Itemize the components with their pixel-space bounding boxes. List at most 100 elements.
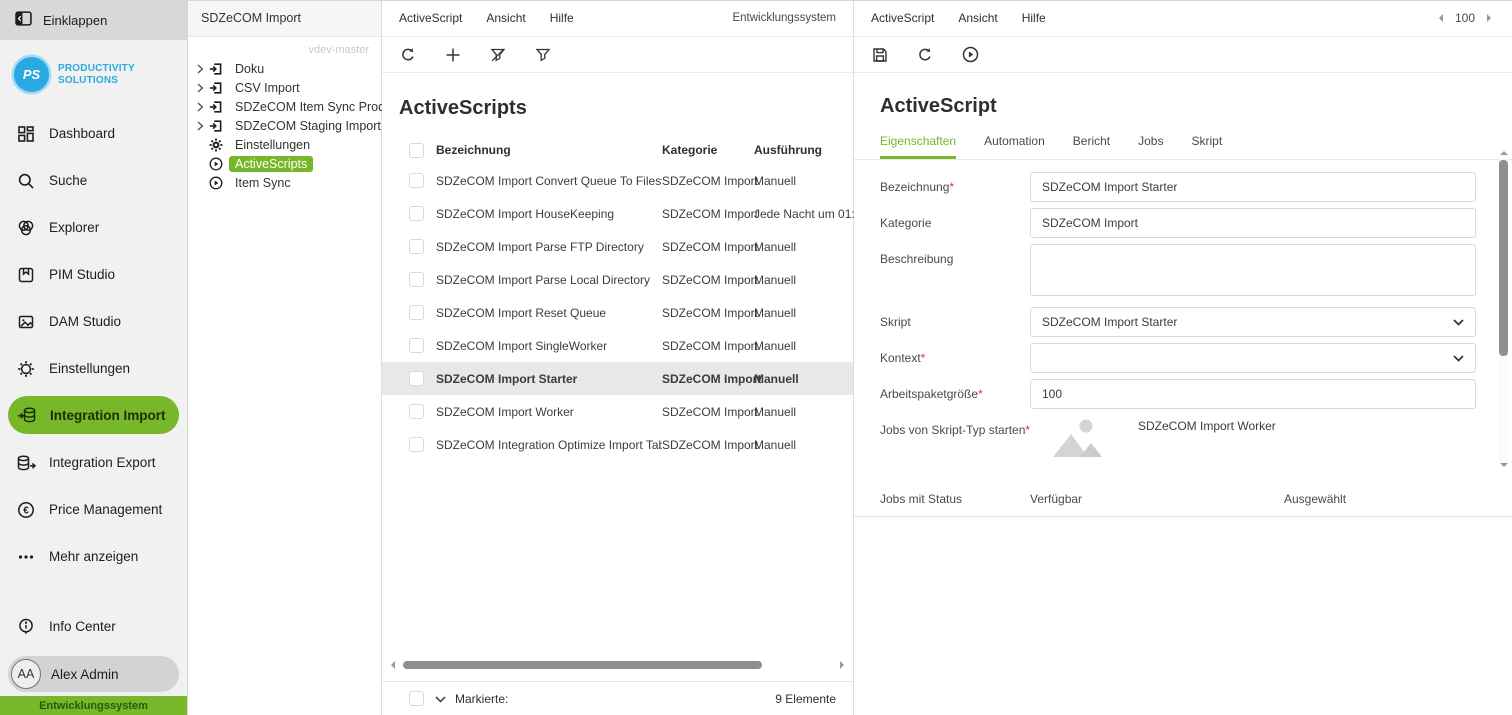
field-label: Beschreibung — [880, 252, 953, 266]
table-row[interactable]: SDZeCOM Import Parse FTP Directory SDZeC… — [382, 230, 853, 263]
sidebar-item-explorer[interactable]: Explorer — [0, 204, 187, 251]
horizontal-scrollbar[interactable] — [382, 656, 853, 674]
tab-automation[interactable]: Automation — [984, 130, 1045, 159]
table-row[interactable]: SDZeCOM Import SingleWorker SDZeCOM Impo… — [382, 329, 853, 362]
table-row[interactable]: SDZeCOM Import Worker SDZeCOM Import Man… — [382, 395, 853, 428]
sidebar-item-mehr-anzeigen[interactable]: Mehr anzeigen — [0, 533, 187, 580]
column-header-kategorie[interactable]: Kategorie — [662, 143, 754, 157]
run-button[interactable] — [961, 46, 979, 64]
dashboard-icon — [16, 125, 36, 143]
table-row[interactable]: SDZeCOM Import Parse Local Directory SDZ… — [382, 263, 853, 296]
activescript-detail-panel: ActiveScript Ansicht Hilfe 100 ActiveScr… — [854, 0, 1512, 715]
skript-dropdown[interactable]: SDZeCOM Import Starter — [1030, 307, 1476, 337]
tree-item-activescripts[interactable]: ActiveScripts — [188, 154, 381, 173]
collapse-sidebar-button[interactable]: Einklappen — [0, 0, 187, 40]
chevron-down-icon[interactable] — [435, 692, 446, 706]
sidebar-item-dashboard[interactable]: Dashboard — [0, 110, 187, 157]
table-row[interactable]: SDZeCOM Import Convert Queue To Filesyst… — [382, 164, 853, 197]
vertical-scroll-thumb[interactable] — [1499, 160, 1508, 356]
tree-item-einstellungen[interactable]: Einstellungen — [188, 135, 381, 154]
tab-skript[interactable]: Skript — [1191, 130, 1222, 159]
row-checkbox[interactable] — [409, 371, 424, 386]
sidebar-item-dam-studio[interactable]: DAM Studio — [0, 298, 187, 345]
sidebar-item-suche[interactable]: Suche — [0, 157, 187, 204]
select-all-checkbox[interactable] — [409, 143, 424, 158]
menu-hilfe[interactable]: Hilfe — [1022, 11, 1046, 25]
row-checkbox[interactable] — [409, 305, 424, 320]
form-row-kategorie: Kategorie — [880, 208, 1476, 238]
beschreibung-field[interactable] — [1030, 244, 1476, 296]
column-header-ausfuehrung[interactable]: Ausführung — [754, 143, 836, 157]
table-row-selected[interactable]: SDZeCOM Import Starter SDZeCOM Import Ma… — [382, 362, 853, 395]
table-row[interactable]: SDZeCOM Import HouseKeeping SDZeCOM Impo… — [382, 197, 853, 230]
arbeitspaketgroesse-field[interactable] — [1030, 379, 1476, 409]
row-checkbox[interactable] — [409, 173, 424, 188]
chevron-right-icon[interactable] — [197, 121, 209, 131]
kategorie-field[interactable] — [1030, 208, 1476, 238]
collapse-label: Einklappen — [43, 13, 107, 28]
sidebar-item-price-management[interactable]: € Price Management — [0, 486, 187, 533]
environment-banner: Entwicklungssystem — [0, 696, 187, 715]
refresh-button[interactable] — [916, 46, 934, 64]
add-button[interactable] — [444, 46, 462, 64]
tab-eigenschaften[interactable]: Eigenschaften — [880, 130, 956, 159]
image-placeholder-icon[interactable] — [1050, 415, 1104, 464]
user-account-button[interactable]: AA Alex Admin — [8, 656, 179, 692]
tab-jobs[interactable]: Jobs — [1138, 130, 1163, 159]
filter-button[interactable] — [534, 46, 552, 64]
scroll-right-arrow-icon[interactable] — [840, 661, 848, 669]
menu-activescript[interactable]: ActiveScript — [399, 11, 462, 25]
sidebar-item-label: Integration Import — [50, 408, 166, 423]
row-checkbox[interactable] — [409, 272, 424, 287]
chevron-right-icon[interactable] — [197, 102, 209, 112]
chevron-right-icon[interactable] — [197, 64, 209, 74]
selected-column-label: Ausgewählt — [1284, 492, 1476, 506]
scroll-up-arrow-icon[interactable] — [1500, 147, 1508, 155]
sidebar-item-integration-export[interactable]: Integration Export — [0, 439, 187, 486]
integration-import-icon — [17, 406, 37, 424]
footer-checkbox[interactable] — [409, 691, 424, 706]
list-toolbar — [382, 37, 853, 73]
row-checkbox[interactable] — [409, 437, 424, 452]
info-pin-icon — [16, 618, 36, 636]
table-row[interactable]: SDZeCOM Integration Optimize Import Tabl… — [382, 428, 853, 461]
sidebar-item-label: Integration Export — [49, 455, 156, 470]
row-checkbox[interactable] — [409, 239, 424, 254]
clear-filter-button[interactable] — [489, 46, 507, 64]
sidebar-item-pim-studio[interactable]: PIM Studio — [0, 251, 187, 298]
scroll-left-arrow-icon[interactable] — [387, 661, 395, 669]
tree-version-label: vdev-master — [188, 37, 381, 59]
tree-item-csv-import[interactable]: CSV Import — [188, 78, 381, 97]
save-button[interactable] — [871, 46, 889, 64]
vertical-scrollbar[interactable] — [1498, 147, 1509, 471]
row-checkbox[interactable] — [409, 404, 424, 419]
tree-item-sdzecom-item-sync-products[interactable]: SDZeCOM Item Sync Products — [188, 97, 381, 116]
tree-item-sdzecom-staging-import[interactable]: SDZeCOM Staging Import — [188, 116, 381, 135]
tree-item-item-sync[interactable]: Item Sync — [188, 173, 381, 192]
properties-form: Bezeichnung* Kategorie Beschreibung Skri… — [854, 160, 1512, 483]
sidebar-item-integration-import[interactable]: Integration Import — [8, 396, 179, 434]
scroll-down-arrow-icon[interactable] — [1500, 463, 1508, 471]
chevron-right-icon[interactable] — [197, 83, 209, 93]
menu-activescript[interactable]: ActiveScript — [871, 11, 934, 25]
menu-ansicht[interactable]: Ansicht — [958, 11, 997, 25]
tab-bericht[interactable]: Bericht — [1073, 130, 1110, 159]
row-checkbox[interactable] — [409, 206, 424, 221]
menu-hilfe[interactable]: Hilfe — [550, 11, 574, 25]
page-next-icon[interactable] — [1487, 14, 1495, 22]
refresh-button[interactable] — [399, 46, 417, 64]
page-prev-icon[interactable] — [1435, 14, 1443, 22]
euro-icon: € — [16, 501, 36, 519]
horizontal-scroll-thumb[interactable] — [403, 661, 761, 669]
kontext-dropdown[interactable] — [1030, 343, 1476, 373]
sidebar-item-info-center[interactable]: Info Center — [0, 603, 187, 650]
logo-text: PRODUCTIVITY SOLUTIONS — [58, 63, 135, 85]
import-node-icon — [209, 100, 226, 114]
bezeichnung-field[interactable] — [1030, 172, 1476, 202]
row-checkbox[interactable] — [409, 338, 424, 353]
menu-ansicht[interactable]: Ansicht — [486, 11, 525, 25]
table-row[interactable]: SDZeCOM Import Reset Queue SDZeCOM Impor… — [382, 296, 853, 329]
sidebar-item-einstellungen[interactable]: Einstellungen — [0, 345, 187, 392]
tree-item-doku[interactable]: Doku — [188, 59, 381, 78]
column-header-bezeichnung[interactable]: Bezeichnung — [436, 143, 662, 157]
